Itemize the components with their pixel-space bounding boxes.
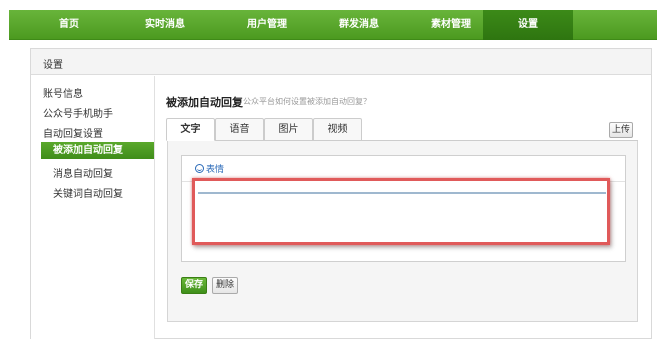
panel-title: 设置 [43, 60, 63, 71]
sidebar: 账号信息 公众号手机助手 自动回复设置 被添加自动回复 消息自动回复 关键词自动… [31, 76, 155, 339]
sidebar-item-follow-auto-reply[interactable]: 被添加自动回复 [41, 142, 154, 159]
emoji-label: 表情 [206, 165, 225, 175]
page-title: 被添加自动回复 [166, 96, 243, 109]
sidebar-item-mobile-assistant[interactable]: 公众号手机助手 [43, 105, 113, 120]
reply-text-input[interactable] [192, 178, 610, 245]
tab-voice[interactable]: 语音 [215, 118, 264, 141]
help-link[interactable]: 公众平台如何设置被添加自动回复？ [243, 96, 371, 107]
sidebar-item-message-auto-reply[interactable]: 消息自动回复 [53, 165, 113, 180]
sidebar-item-auto-reply-settings[interactable]: 自动回复设置 [43, 125, 103, 140]
top-nav-bar: 首页 实时消息 用户管理 群发消息 素材管理 设置 [9, 10, 657, 40]
save-button[interactable]: 保存 [181, 277, 207, 294]
tab-image[interactable]: 图片 [264, 118, 313, 141]
upload-button[interactable]: 上传 [609, 122, 633, 138]
sidebar-item-keyword-auto-reply[interactable]: 关键词自动回复 [53, 185, 123, 200]
delete-button[interactable]: 删除 [212, 277, 238, 294]
nav-item-settings[interactable]: 设置 [483, 10, 573, 40]
panel-header: 设置 [31, 49, 651, 75]
tab-text[interactable]: 文字 [166, 118, 215, 141]
text-input-top-line [198, 192, 606, 194]
sidebar-item-account-info[interactable]: 账号信息 [43, 85, 83, 100]
smiley-icon [195, 164, 204, 173]
emoji-button[interactable]: 表情 [195, 162, 224, 175]
tab-video[interactable]: 视频 [313, 118, 362, 141]
